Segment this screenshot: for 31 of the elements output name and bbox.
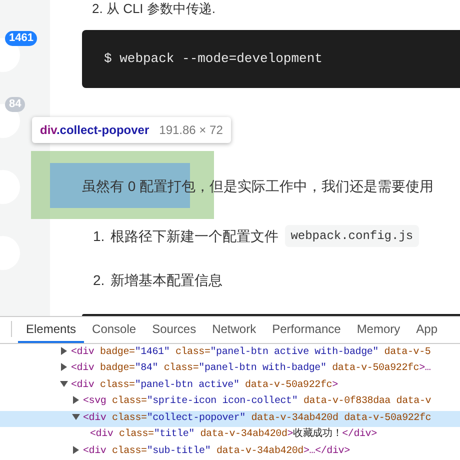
paragraph-text: 虽然有 0 配置打包，但是实际工作中，我们还是需要使用 xyxy=(82,177,434,196)
right-triangle-icon[interactable] xyxy=(72,446,80,454)
list-number: 1. xyxy=(93,226,105,246)
right-triangle-icon[interactable] xyxy=(72,396,80,404)
devtools-tab[interactable]: Network xyxy=(204,316,264,342)
dom-node-line[interactable]: <div class="title" data-v-34ab420d>收藏成功！</div> xyxy=(0,427,460,444)
down-triangle-icon[interactable] xyxy=(60,380,68,388)
count-badge: 84 xyxy=(5,97,26,112)
devtools-tab[interactable]: Console xyxy=(84,316,144,342)
element-selector: div.collect-popover xyxy=(40,122,150,139)
command-text: $ webpack --mode=development xyxy=(104,50,322,68)
devtools-tab[interactable]: Performance xyxy=(264,316,349,342)
dom-node-line[interactable]: <svg class="sprite-icon icon-collect" data-v-0f838daa data-v xyxy=(0,394,460,410)
devtools-tab[interactable]: App xyxy=(408,316,446,342)
inline-code: webpack.config.js xyxy=(284,225,420,247)
right-triangle-icon[interactable] xyxy=(60,363,68,372)
devtools-tab[interactable]: Sources xyxy=(144,316,204,342)
dom-node-line[interactable]: <div badge="84" class="panel-btn with-badge" data-v-50a922fc>… xyxy=(0,361,460,378)
count-badge: 1461 xyxy=(5,31,38,46)
list-item-text: 根路径下新建一个配置文件 xyxy=(110,226,279,246)
element-size: 191.86 × 72 xyxy=(159,122,223,139)
step-heading: 2. 从 CLI 参数中传递. xyxy=(91,1,217,17)
dom-node-line[interactable]: <div class="sub-title" data-v-34ab420d>…</div> xyxy=(0,444,460,460)
list-number: 2. xyxy=(93,270,105,290)
list-item-text: 新增基本配置信息 xyxy=(110,270,223,290)
dom-node-line[interactable]: <div badge="1461" class="panel-btn active with-badge" data-v-5 xyxy=(0,344,460,361)
devtools-tab[interactable]: Memory xyxy=(348,316,408,342)
right-triangle-icon[interactable] xyxy=(60,346,68,355)
down-triangle-icon[interactable] xyxy=(72,412,80,421)
dom-node-line[interactable]: <div class="panel-btn active" data-v-50a922fc> xyxy=(0,378,460,394)
devtools-tab[interactable]: Elements xyxy=(18,316,84,342)
